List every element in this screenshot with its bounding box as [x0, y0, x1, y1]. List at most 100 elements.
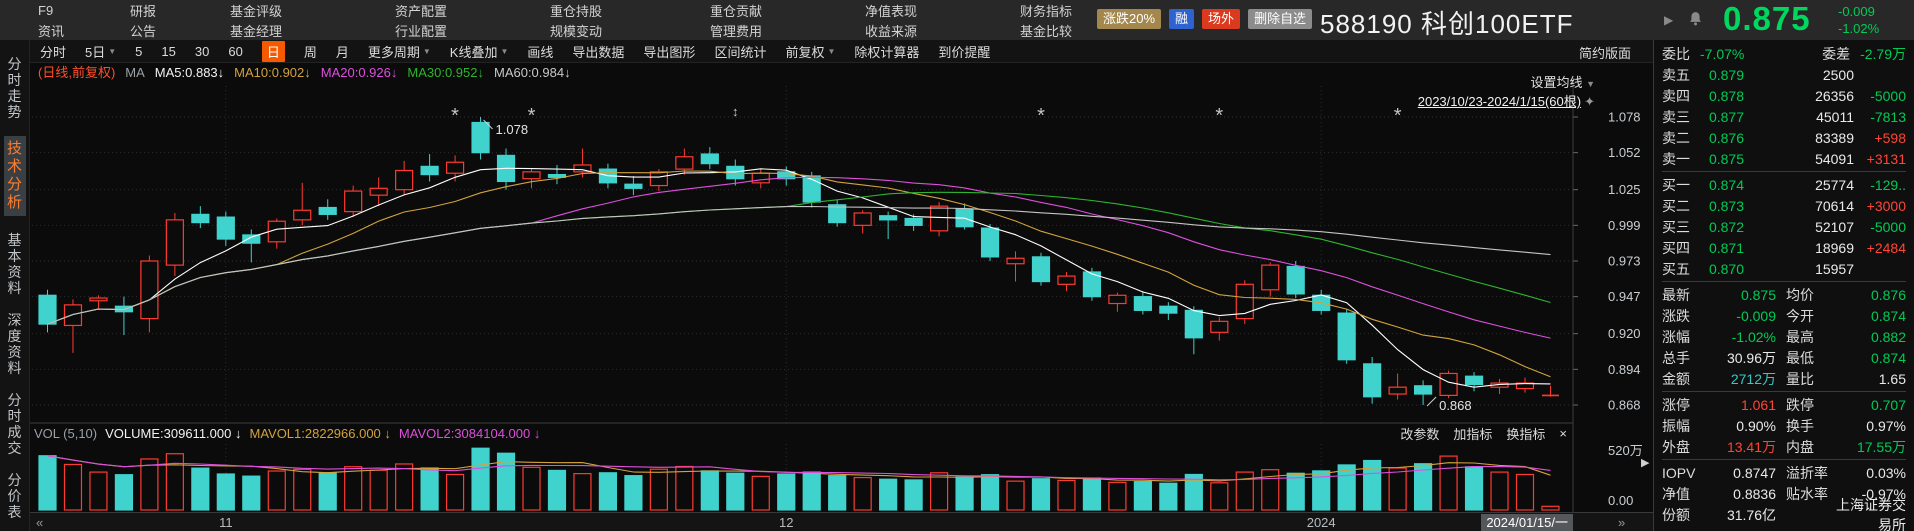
- event-marker-icon: *: [1215, 105, 1223, 127]
- chevron-down-icon: ▼: [1586, 79, 1595, 89]
- toolbar-item-除权计算器[interactable]: 除权计算器: [854, 42, 919, 61]
- toolbar-item-导出图形[interactable]: 导出图形: [643, 42, 695, 61]
- toolbar-item-30[interactable]: 30: [195, 44, 209, 59]
- ask-volume: 26356: [1744, 88, 1854, 104]
- ask-volume: 83389: [1744, 130, 1854, 146]
- vol-button-改参数[interactable]: 改参数: [1400, 424, 1439, 443]
- menu-item-1-5[interactable]: 管理费用: [710, 21, 865, 40]
- toolbar-item-到价提醒[interactable]: 到价提醒: [938, 42, 990, 61]
- sidebar-item-分时走势[interactable]: 分时走势: [7, 56, 23, 120]
- stat-value: 0.90%: [1706, 418, 1786, 434]
- menu-item-0-6[interactable]: 净值表现: [865, 1, 1020, 20]
- divider: [1662, 391, 1906, 392]
- menu-item-1-2[interactable]: 基金经理: [230, 21, 395, 40]
- menu-item-1-1[interactable]: 公告: [130, 21, 230, 40]
- ma20-line: [48, 177, 1551, 338]
- chart-toolbar: 分时 5日▼ 5 15 30 60 日周月更多周期▼ K线叠加▼ 画线导出数据导出图形区间统计前…: [30, 40, 1653, 63]
- ma-indicator-row: (日线,前复权)MAMA5:0.883↓MA10:0.902↓MA20:0.92…: [30, 62, 1661, 78]
- event-marker-icon: *: [1037, 105, 1045, 127]
- stat-value: 0.8747: [1706, 465, 1786, 481]
- ask-label: 卖四: [1662, 86, 1698, 106]
- ask-label: 卖二: [1662, 128, 1698, 148]
- volume-pane-buttons: 改参数加指标换指标 ×: [1400, 424, 1567, 443]
- toolbar-item-导出数据[interactable]: 导出数据: [572, 42, 624, 61]
- toolbar-item-更多周期[interactable]: 更多周期▼: [368, 42, 431, 61]
- sidebar-item-技术分析[interactable]: 技术分析: [4, 136, 26, 216]
- vol-axis-label: 0.00: [1608, 493, 1633, 508]
- quote-badges: 涨跌20%融场外删除自选: [1097, 9, 1312, 29]
- candlestick-chart[interactable]: 1.0781.0521.0250.9990.9730.9470.9200.894…: [30, 78, 1653, 531]
- top-menu: F9研报基金评级资产配置重仓持股重仓贡献净值表现财务指标资讯公告基金经理行业配置…: [38, 0, 1170, 40]
- bid-price: 0.874: [1698, 177, 1744, 193]
- stat-value: 0.8836: [1706, 486, 1786, 502]
- ma-settings-button[interactable]: 设置均线: [1530, 75, 1582, 90]
- toolbar-item-前复权[interactable]: 前复权▼: [785, 42, 835, 61]
- quote-badge-2[interactable]: 场外: [1202, 9, 1240, 29]
- stat-label: 内盘: [1786, 437, 1836, 457]
- stat-label: 今开: [1786, 306, 1836, 326]
- weibi-label: 委比: [1662, 44, 1690, 64]
- menu-item-1-6[interactable]: 收益来源: [865, 21, 1020, 40]
- quote-badge-1[interactable]: 融: [1169, 9, 1194, 29]
- toolbar-item-月[interactable]: 月: [336, 42, 349, 61]
- page-right-button[interactable]: »: [1618, 515, 1625, 530]
- alert-bell-icon[interactable]: [1688, 11, 1703, 31]
- volume-values: VOL (5,10) VOLUME:309611.000 ↓ MAVOL1:28…: [30, 426, 540, 441]
- close-icon[interactable]: ×: [1559, 426, 1567, 441]
- ask-levels: 卖五0.8792500卖四0.87826356-5000卖三0.87745011…: [1662, 64, 1906, 169]
- event-marker-icon: *: [1394, 105, 1402, 127]
- menu-item-0-0[interactable]: F9: [38, 3, 130, 18]
- menu-item-1-3[interactable]: 行业配置: [395, 21, 550, 40]
- date-range-link[interactable]: 2023/10/23-2024/1/15(60根): [1418, 94, 1581, 109]
- toolbar-item-15[interactable]: 15: [161, 44, 175, 59]
- chevron-down-icon: ▼: [827, 47, 835, 56]
- toolbar-item-5[interactable]: 5: [135, 44, 142, 59]
- y-axis-label: 0.894: [1608, 362, 1641, 377]
- bid-price: 0.871: [1698, 240, 1744, 256]
- page-left-button[interactable]: «: [36, 515, 43, 530]
- toolbar-item-60[interactable]: 60: [228, 44, 242, 59]
- chart-area[interactable]: 1.0781.0521.0250.9990.9730.9470.9200.894…: [30, 78, 1653, 531]
- menu-item-1-4[interactable]: 规模变动: [550, 21, 710, 40]
- stat-value: 0.876: [1836, 287, 1906, 303]
- menu-item-0-4[interactable]: 重仓持股: [550, 1, 710, 20]
- toolbar-item-周[interactable]: 周: [304, 42, 317, 61]
- bid-label: 买四: [1662, 238, 1698, 258]
- vol-button-加指标[interactable]: 加指标: [1453, 424, 1492, 443]
- expand-arrow-icon[interactable]: ▶: [1664, 13, 1673, 27]
- panel-collapse-arrow[interactable]: ▶: [1641, 456, 1649, 469]
- menu-item-1-0[interactable]: 资讯: [38, 21, 130, 40]
- menu-item-0-5[interactable]: 重仓贡献: [710, 1, 865, 20]
- bid-row-4: 买五0.87015957: [1662, 258, 1906, 279]
- pin-icon[interactable]: ✦: [1584, 94, 1595, 109]
- quote-badge-0[interactable]: 涨跌20%: [1097, 9, 1161, 29]
- sidebar-item-深度资料[interactable]: 深度资料: [7, 312, 23, 376]
- toolbar-item-画线[interactable]: 画线: [527, 42, 553, 61]
- vol-button-换指标[interactable]: 换指标: [1506, 424, 1545, 443]
- bid-price: 0.870: [1698, 261, 1744, 277]
- menu-item-0-3[interactable]: 资产配置: [395, 1, 550, 20]
- toolbar-item-分时[interactable]: 分时: [40, 42, 66, 61]
- toolbar-item-5日[interactable]: 5日▼: [85, 42, 116, 61]
- simple-layout-button[interactable]: 简约版面: [1579, 43, 1631, 62]
- toolbar-item-区间统计[interactable]: 区间统计: [714, 42, 766, 61]
- toolbar-item-日[interactable]: 日: [262, 41, 285, 62]
- ask-delta: +598: [1854, 130, 1906, 146]
- x-tick-2024: 2024: [1307, 515, 1336, 530]
- y-axis-label: 0.920: [1608, 326, 1641, 341]
- ask-price: 0.879: [1698, 67, 1744, 83]
- sidebar-item-分时成交[interactable]: 分时成交: [7, 392, 23, 456]
- menu-item-0-2[interactable]: 基金评级: [230, 1, 395, 20]
- sidebar-item-基本资料[interactable]: 基本资料: [7, 232, 23, 296]
- sidebar-item-分价表[interactable]: 分价表: [7, 472, 23, 520]
- chart-settings: 设置均线 ▼ 2023/10/23-2024/1/15(60根)✦: [1418, 72, 1595, 110]
- weicha-value: -2.79万: [1860, 44, 1906, 64]
- back-arrow-icon[interactable]: ◀: [1300, 12, 1309, 26]
- stat-row-7: 外盘13.41万内盘17.55万: [1662, 436, 1906, 457]
- stat-value: 0.874: [1836, 308, 1906, 324]
- toolbar-item-K线叠加[interactable]: K线叠加▼: [450, 42, 509, 61]
- menu-item-0-1[interactable]: 研报: [130, 1, 230, 20]
- bid-volume: 25774: [1744, 177, 1854, 193]
- stat-value: 0.707: [1836, 397, 1906, 413]
- ask-volume: 2500: [1744, 67, 1854, 83]
